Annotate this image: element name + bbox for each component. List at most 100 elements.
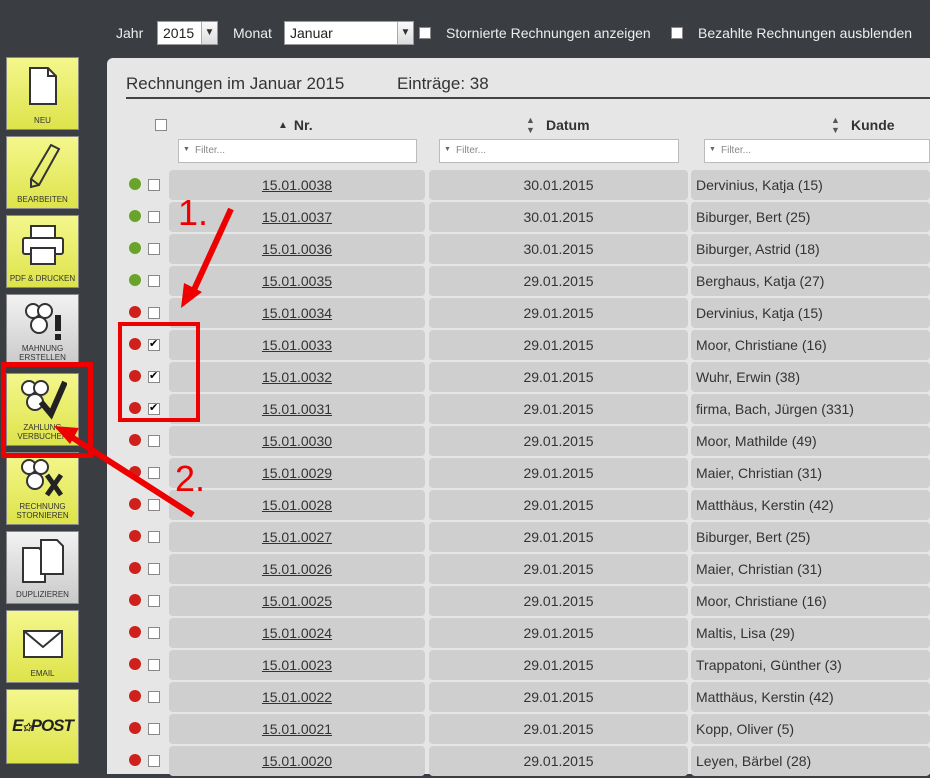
table-row[interactable]: 15.01.0027 29.01.2015 Biburger, Bert (25) [107,522,930,552]
filter-input-nr[interactable]: Filter... [178,139,417,163]
invoice-number-link[interactable]: 15.01.0021 [262,721,332,737]
row-checkbox[interactable] [148,307,160,319]
invoice-number-cell[interactable]: 15.01.0036 [169,234,425,264]
table-row[interactable]: 15.01.0022 29.01.2015 Matthäus, Kerstin (4… [107,682,930,712]
table-row[interactable]: 15.01.0032 29.01.2015Wuhr, Erwin (38) [107,362,930,392]
invoice-number-link[interactable]: 15.01.0034 [262,305,332,321]
invoice-number-link[interactable]: 15.01.0028 [262,497,332,513]
row-checkbox[interactable] [148,531,160,543]
invoice-number-link[interactable]: 15.01.0030 [262,433,332,449]
invoice-number-cell[interactable]: 15.01.0023 [169,650,425,680]
row-checkbox[interactable] [148,659,160,671]
table-row[interactable]: 15.01.0036 30.01.2015 Biburger, Astrid (18… [107,234,930,264]
table-row[interactable]: 15.01.0024 29.01.2015 Maltis, Lisa (29) [107,618,930,648]
invoice-number-cell[interactable]: 15.01.0022 [169,682,425,712]
select-all-checkbox[interactable] [155,119,167,131]
envelope-icon [22,630,63,658]
invoice-number-link[interactable]: 15.01.0031 [262,401,332,417]
invoice-number-link[interactable]: 15.01.0038 [262,177,332,193]
table-row[interactable]: 15.01.0037 30.01.2015 Biburger, Bert (25) [107,202,930,232]
row-checkbox[interactable] [148,243,160,255]
edit-button[interactable]: BEARBEITEN [6,136,79,209]
filter-input-datum[interactable]: Filter... [439,139,679,163]
invoice-number-cell[interactable]: 15.01.0025 [169,586,425,616]
row-checkbox[interactable] [148,627,160,639]
invoice-number-cell[interactable]: 15.01.0031 [169,394,425,424]
row-checkbox[interactable] [148,563,160,575]
cancel-invoice-button[interactable]: RECHNUNG STORNIEREN [6,452,79,525]
row-checkbox[interactable] [148,211,160,223]
invoice-number-link[interactable]: 15.01.0024 [262,625,332,641]
invoice-number-cell[interactable]: 15.01.0029 [169,458,425,488]
customer-cell: Dervinius, Katja (15) [691,170,930,200]
column-header-nr[interactable]: ▲ Nr. [278,117,313,133]
invoice-number-cell[interactable]: 15.01.0026 [169,554,425,584]
filter-input-kunde[interactable]: Filter... [704,139,930,163]
table-row[interactable]: 15.01.0029 29.01.2015 Maier, Christian (31… [107,458,930,488]
invoice-number-link[interactable]: 15.01.0022 [262,689,332,705]
table-row[interactable]: 15.01.0031 29.01.2015firma, Bach, Jürgen … [107,394,930,424]
new-button[interactable]: NEU [6,57,79,130]
show-cancelled-checkbox[interactable] [419,27,431,39]
invoice-number-link[interactable]: 15.01.0036 [262,241,332,257]
row-checkbox[interactable] [148,723,160,735]
invoice-number-link[interactable]: 15.01.0035 [262,273,332,289]
invoice-number-link[interactable]: 15.01.0020 [262,753,332,769]
table-row[interactable]: 15.01.0030 29.01.2015 Moor, Mathilde (49) [107,426,930,456]
invoice-number-cell[interactable]: 15.01.0034 [169,298,425,328]
pdf-print-button-label: PDF & DRUCKEN [9,274,76,283]
invoice-number-cell[interactable]: 15.01.0032 [169,362,425,392]
duplicate-button[interactable]: DUPLIZIEREN [6,531,79,604]
table-row[interactable]: 15.01.0028 29.01.2015 Matthäus, Kerstin (4… [107,490,930,520]
customer-cell: Maltis, Lisa (29) [691,618,930,648]
invoice-number-link[interactable]: 15.01.0025 [262,593,332,609]
column-header-kunde[interactable]: ▲ ▼ Kunde [831,115,895,135]
invoice-number-cell[interactable]: 15.01.0028 [169,490,425,520]
table-row[interactable]: 15.01.0023 29.01.2015 Trappatoni, Günther … [107,650,930,680]
table-row[interactable]: 15.01.0025 29.01.2015 Moor, Christiane (16… [107,586,930,616]
invoice-number-link[interactable]: 15.01.0026 [262,561,332,577]
invoice-number-cell[interactable]: 15.01.0024 [169,618,425,648]
month-select[interactable]: Januar ▼ [284,21,414,45]
invoice-number-link[interactable]: 15.01.0032 [262,369,332,385]
invoice-number-cell[interactable]: 15.01.0021 [169,714,425,744]
row-checkbox[interactable] [148,691,160,703]
table-row[interactable]: 15.01.0033 29.01.2015Moor, Christiane (16… [107,330,930,360]
row-checkbox[interactable] [148,435,160,447]
column-header-datum[interactable]: ▲ ▼ Datum [526,115,590,135]
table-row[interactable]: 15.01.0020 29.01.2015 Leyen, Bärbel (28) [107,746,930,776]
invoice-number-link[interactable]: 15.01.0037 [262,209,332,225]
email-button[interactable]: EMAIL [6,610,79,683]
create-reminder-button[interactable]: MAHNUNG ERSTELLEN [6,294,79,367]
invoice-number-cell[interactable]: 15.01.0027 [169,522,425,552]
pdf-print-button[interactable]: PDF & DRUCKEN [6,215,79,288]
row-checkbox[interactable] [148,179,160,191]
status-dot [129,434,141,446]
row-checkbox[interactable] [148,595,160,607]
customer-cell: Dervinius, Katja (15) [691,298,930,328]
table-row[interactable]: 15.01.0021 29.01.2015 Kopp, Oliver (5) [107,714,930,744]
table-row[interactable]: 15.01.0035 29.01.2015 Berghaus, Katja (27) [107,266,930,296]
invoice-number-cell[interactable]: 15.01.0033 [169,330,425,360]
row-checkbox[interactable] [148,499,160,511]
invoice-number-link[interactable]: 15.01.0029 [262,465,332,481]
epost-button[interactable]: E✩POST [6,689,79,764]
invoice-number-link[interactable]: 15.01.0027 [262,529,332,545]
invoice-number-cell[interactable]: 15.01.0020 [169,746,425,776]
hide-paid-checkbox[interactable] [671,27,683,39]
status-dot [129,658,141,670]
date-cell: 29.01.2015 [429,618,688,648]
table-row[interactable]: 15.01.0034 29.01.2015 Dervinius, Katja (15… [107,298,930,328]
invoice-number-link[interactable]: 15.01.0023 [262,657,332,673]
invoice-number-cell[interactable]: 15.01.0035 [169,266,425,296]
row-checkbox[interactable] [148,755,160,767]
table-row[interactable]: 15.01.0038 30.01.2015 Dervinius, Katja (15… [107,170,930,200]
year-select[interactable]: 2015 ▼ [157,21,218,45]
date-cell: 29.01.2015 [429,394,688,424]
table-row[interactable]: 15.01.0026 29.01.2015 Maier, Christian (31… [107,554,930,584]
row-checkbox[interactable] [148,275,160,287]
filter-toolbar: Jahr 2015 ▼ Monat Januar ▼ Stornierte Re… [0,0,930,58]
invoice-number-link[interactable]: 15.01.0033 [262,337,332,353]
invoice-number-cell[interactable]: 15.01.0030 [169,426,425,456]
row-checkbox[interactable] [148,467,160,479]
